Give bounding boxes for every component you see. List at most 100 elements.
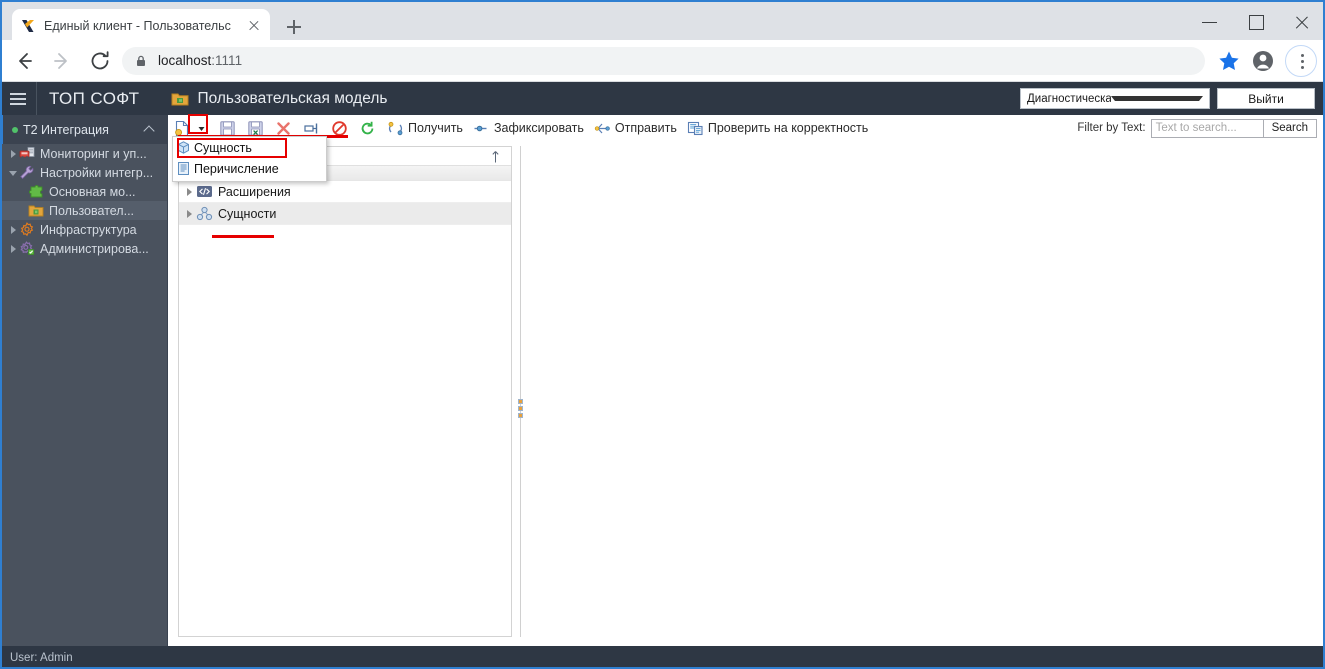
- send-icon: [594, 120, 611, 137]
- sidebar-item-base-model[interactable]: Основная мо...: [0, 182, 167, 201]
- sidebar-header[interactable]: T2 Интеграция: [0, 115, 167, 144]
- commit-button-label: Зафиксировать: [493, 121, 584, 135]
- diagnostics-select-value: Диагностическая информация: [1027, 92, 1111, 105]
- panel-splitter[interactable]: [518, 146, 523, 637]
- close-icon[interactable]: [1279, 2, 1325, 42]
- bookmark-star-icon[interactable]: [1213, 45, 1245, 77]
- commit-icon: [473, 120, 490, 137]
- annotation-red-box-toolbar: [188, 114, 208, 134]
- folder-model-icon: [171, 91, 189, 107]
- fetch-button-label: Получить: [408, 121, 463, 135]
- search-input[interactable]: Text to search...: [1150, 118, 1263, 138]
- delete-icon[interactable]: [275, 120, 292, 137]
- maximize-icon[interactable]: [1233, 2, 1279, 42]
- sort-asc-icon[interactable]: [491, 150, 500, 163]
- search-button-label: Search: [1271, 122, 1308, 134]
- sidebar-header-label: T2 Интеграция: [23, 122, 109, 137]
- logout-button-label: Выйти: [1248, 91, 1284, 106]
- gear-orange-icon: [19, 222, 35, 237]
- sidebar-item-infrastructure[interactable]: Инфраструктура: [0, 220, 167, 239]
- profile-avatar-icon[interactable]: [1247, 45, 1279, 77]
- send-button-label: Отправить: [614, 121, 677, 135]
- table-row[interactable]: Расширения: [179, 181, 511, 203]
- address-text: localhost:1111: [158, 53, 242, 68]
- table-row-label: Расширения: [218, 184, 291, 199]
- browser-actions: [1213, 44, 1325, 77]
- close-icon[interactable]: [246, 18, 262, 34]
- status-dot-icon: [12, 126, 18, 133]
- browser-toolbar: localhost:1111: [0, 40, 1325, 82]
- menu-item-entity[interactable]: Сущность: [173, 137, 326, 158]
- folder-model-icon: [28, 203, 44, 218]
- diagnostics-select[interactable]: Диагностическая информация: [1020, 88, 1210, 109]
- monitor-icon: [19, 146, 35, 161]
- sidebar-item-label: Инфраструктура: [40, 222, 137, 237]
- sidebar-item-label: Администрирова...: [40, 241, 149, 256]
- hamburger-icon[interactable]: [0, 82, 36, 115]
- send-button[interactable]: Отправить: [594, 120, 677, 137]
- puzzle-icon: [28, 184, 44, 199]
- chevron-up-icon[interactable]: [144, 124, 155, 135]
- chevron-down-icon: [1111, 96, 1203, 101]
- browser-window: Единый клиент - Пользовательс localhost:…: [0, 0, 1325, 669]
- sidebar-item-integration-settings[interactable]: Настройки интегр...: [0, 163, 167, 182]
- browser-tab[interactable]: Единый клиент - Пользовательс: [12, 9, 270, 42]
- refresh-icon[interactable]: [359, 120, 376, 137]
- chrome-menu-icon[interactable]: [1285, 44, 1317, 77]
- sidebar-item-label: Основная мо...: [49, 184, 136, 199]
- back-icon[interactable]: [8, 45, 40, 77]
- filter-label: Filter by Text:: [1077, 122, 1146, 134]
- search-input-placeholder: Text to search...: [1155, 122, 1237, 134]
- enum-list-icon: [176, 161, 191, 176]
- fetch-icon: [387, 120, 404, 137]
- sidebar-item-monitoring[interactable]: Мониторинг и уп...: [0, 144, 167, 163]
- reload-icon[interactable]: [84, 45, 116, 77]
- menu-item-label: Перичисление: [194, 161, 279, 176]
- block-icon[interactable]: [331, 120, 348, 137]
- entities-nodes-icon: [196, 206, 213, 221]
- expand-arrow-icon[interactable]: [6, 239, 19, 258]
- forward-icon[interactable]: [46, 45, 78, 77]
- expand-arrow-icon[interactable]: [183, 181, 196, 203]
- collapse-arrow-icon[interactable]: [6, 163, 19, 182]
- commit-button[interactable]: Зафиксировать: [473, 120, 584, 137]
- save-as-icon[interactable]: [247, 120, 264, 137]
- rename-icon[interactable]: [303, 120, 320, 137]
- address-bar[interactable]: localhost:1111: [122, 46, 1205, 75]
- address-port: :1111: [211, 53, 243, 68]
- validate-button[interactable]: Проверить на корректность: [687, 120, 868, 137]
- table-row[interactable]: Сущности: [179, 203, 511, 225]
- new-tab-button[interactable]: [281, 14, 307, 40]
- sidebar: T2 Интеграция Мониторинг и уп... Настрой…: [0, 115, 168, 646]
- tab-title: Единый клиент - Пользовательс: [44, 18, 231, 33]
- expand-arrow-icon[interactable]: [6, 220, 19, 239]
- minimize-icon[interactable]: [1187, 2, 1233, 42]
- sidebar-item-label: Пользовател...: [49, 203, 135, 218]
- expand-arrow-icon[interactable]: [6, 144, 19, 163]
- logout-button[interactable]: Выйти: [1217, 88, 1315, 109]
- splitter-grip-icon[interactable]: [518, 392, 523, 418]
- annotation-red-underline: [212, 235, 274, 238]
- new-item-dropdown-menu: Сущность Перичисление: [172, 136, 327, 182]
- validate-icon: [687, 120, 704, 137]
- fetch-button[interactable]: Получить: [387, 120, 463, 137]
- address-host: localhost: [158, 53, 212, 68]
- gear-admin-icon: [19, 241, 35, 256]
- sidebar-item-label: Настройки интегр...: [40, 165, 154, 180]
- search-button[interactable]: Search: [1262, 118, 1317, 138]
- sidebar-item-user-model[interactable]: Пользовател...: [0, 201, 167, 220]
- page-title: Пользовательская модель: [197, 89, 388, 107]
- validate-button-label: Проверить на корректность: [707, 121, 869, 135]
- status-bar: User: Admin: [0, 646, 1325, 669]
- menu-item-enumeration[interactable]: Перичисление: [173, 158, 326, 179]
- code-brackets-icon: [196, 184, 213, 199]
- wrench-icon: [19, 165, 35, 180]
- save-icon[interactable]: [219, 120, 236, 137]
- entity-cube-icon: [176, 140, 191, 155]
- status-bar-text: User: Admin: [10, 651, 73, 664]
- app-header: ТОП СОФТ Пользовательская модель Диагнос…: [0, 82, 1325, 115]
- expand-arrow-icon[interactable]: [183, 203, 196, 225]
- tab-strip: Единый клиент - Пользовательс: [0, 0, 1325, 42]
- sidebar-item-administration[interactable]: Администрирова...: [0, 239, 167, 258]
- filter-area: Filter by Text: Text to search... Search: [1077, 115, 1317, 141]
